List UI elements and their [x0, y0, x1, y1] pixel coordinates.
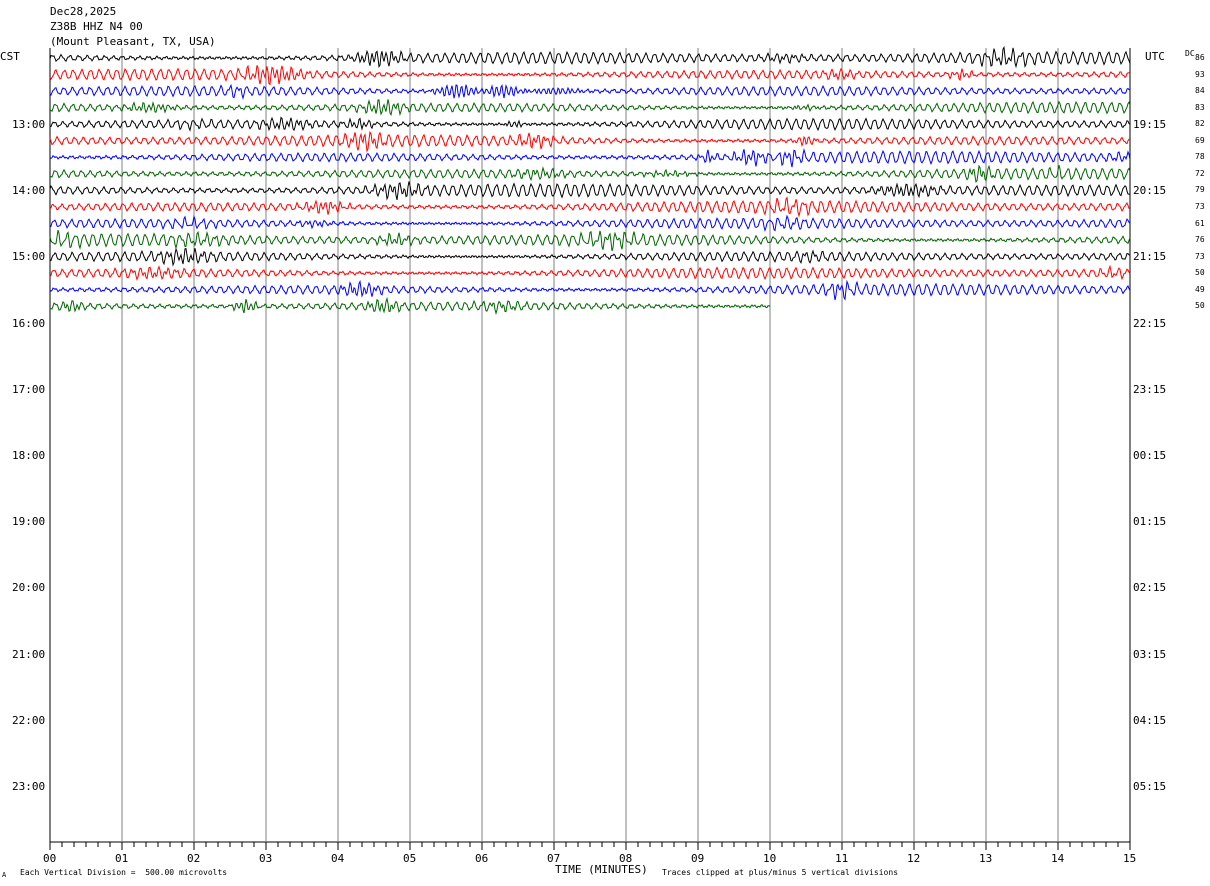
corner-mark: A [2, 871, 7, 879]
clipping-note: Traces clipped at plus/minus 5 vertical … [662, 868, 899, 877]
seismic-trace [49, 116, 1131, 132]
seismic-trace [49, 229, 1131, 252]
seismic-trace [49, 247, 1131, 267]
seismic-trace [49, 147, 1131, 168]
seismogram-plot [49, 45, 1131, 850]
seismic-trace [49, 214, 1131, 233]
seismic-trace [49, 64, 1131, 86]
x-axis-label: TIME (MINUTES) [555, 863, 648, 876]
seismic-trace [49, 164, 1131, 183]
seismic-trace [49, 130, 1131, 153]
seismic-trace [49, 181, 1131, 201]
seismic-trace [49, 83, 1131, 100]
seismic-trace [49, 279, 1131, 301]
seismic-trace [49, 264, 1131, 281]
seismic-trace [49, 196, 1131, 218]
vertical-division-note: Each Vertical Division = 500.00 microvol… [20, 868, 228, 877]
seismic-trace [49, 99, 1131, 117]
seismic-trace [49, 45, 1131, 69]
